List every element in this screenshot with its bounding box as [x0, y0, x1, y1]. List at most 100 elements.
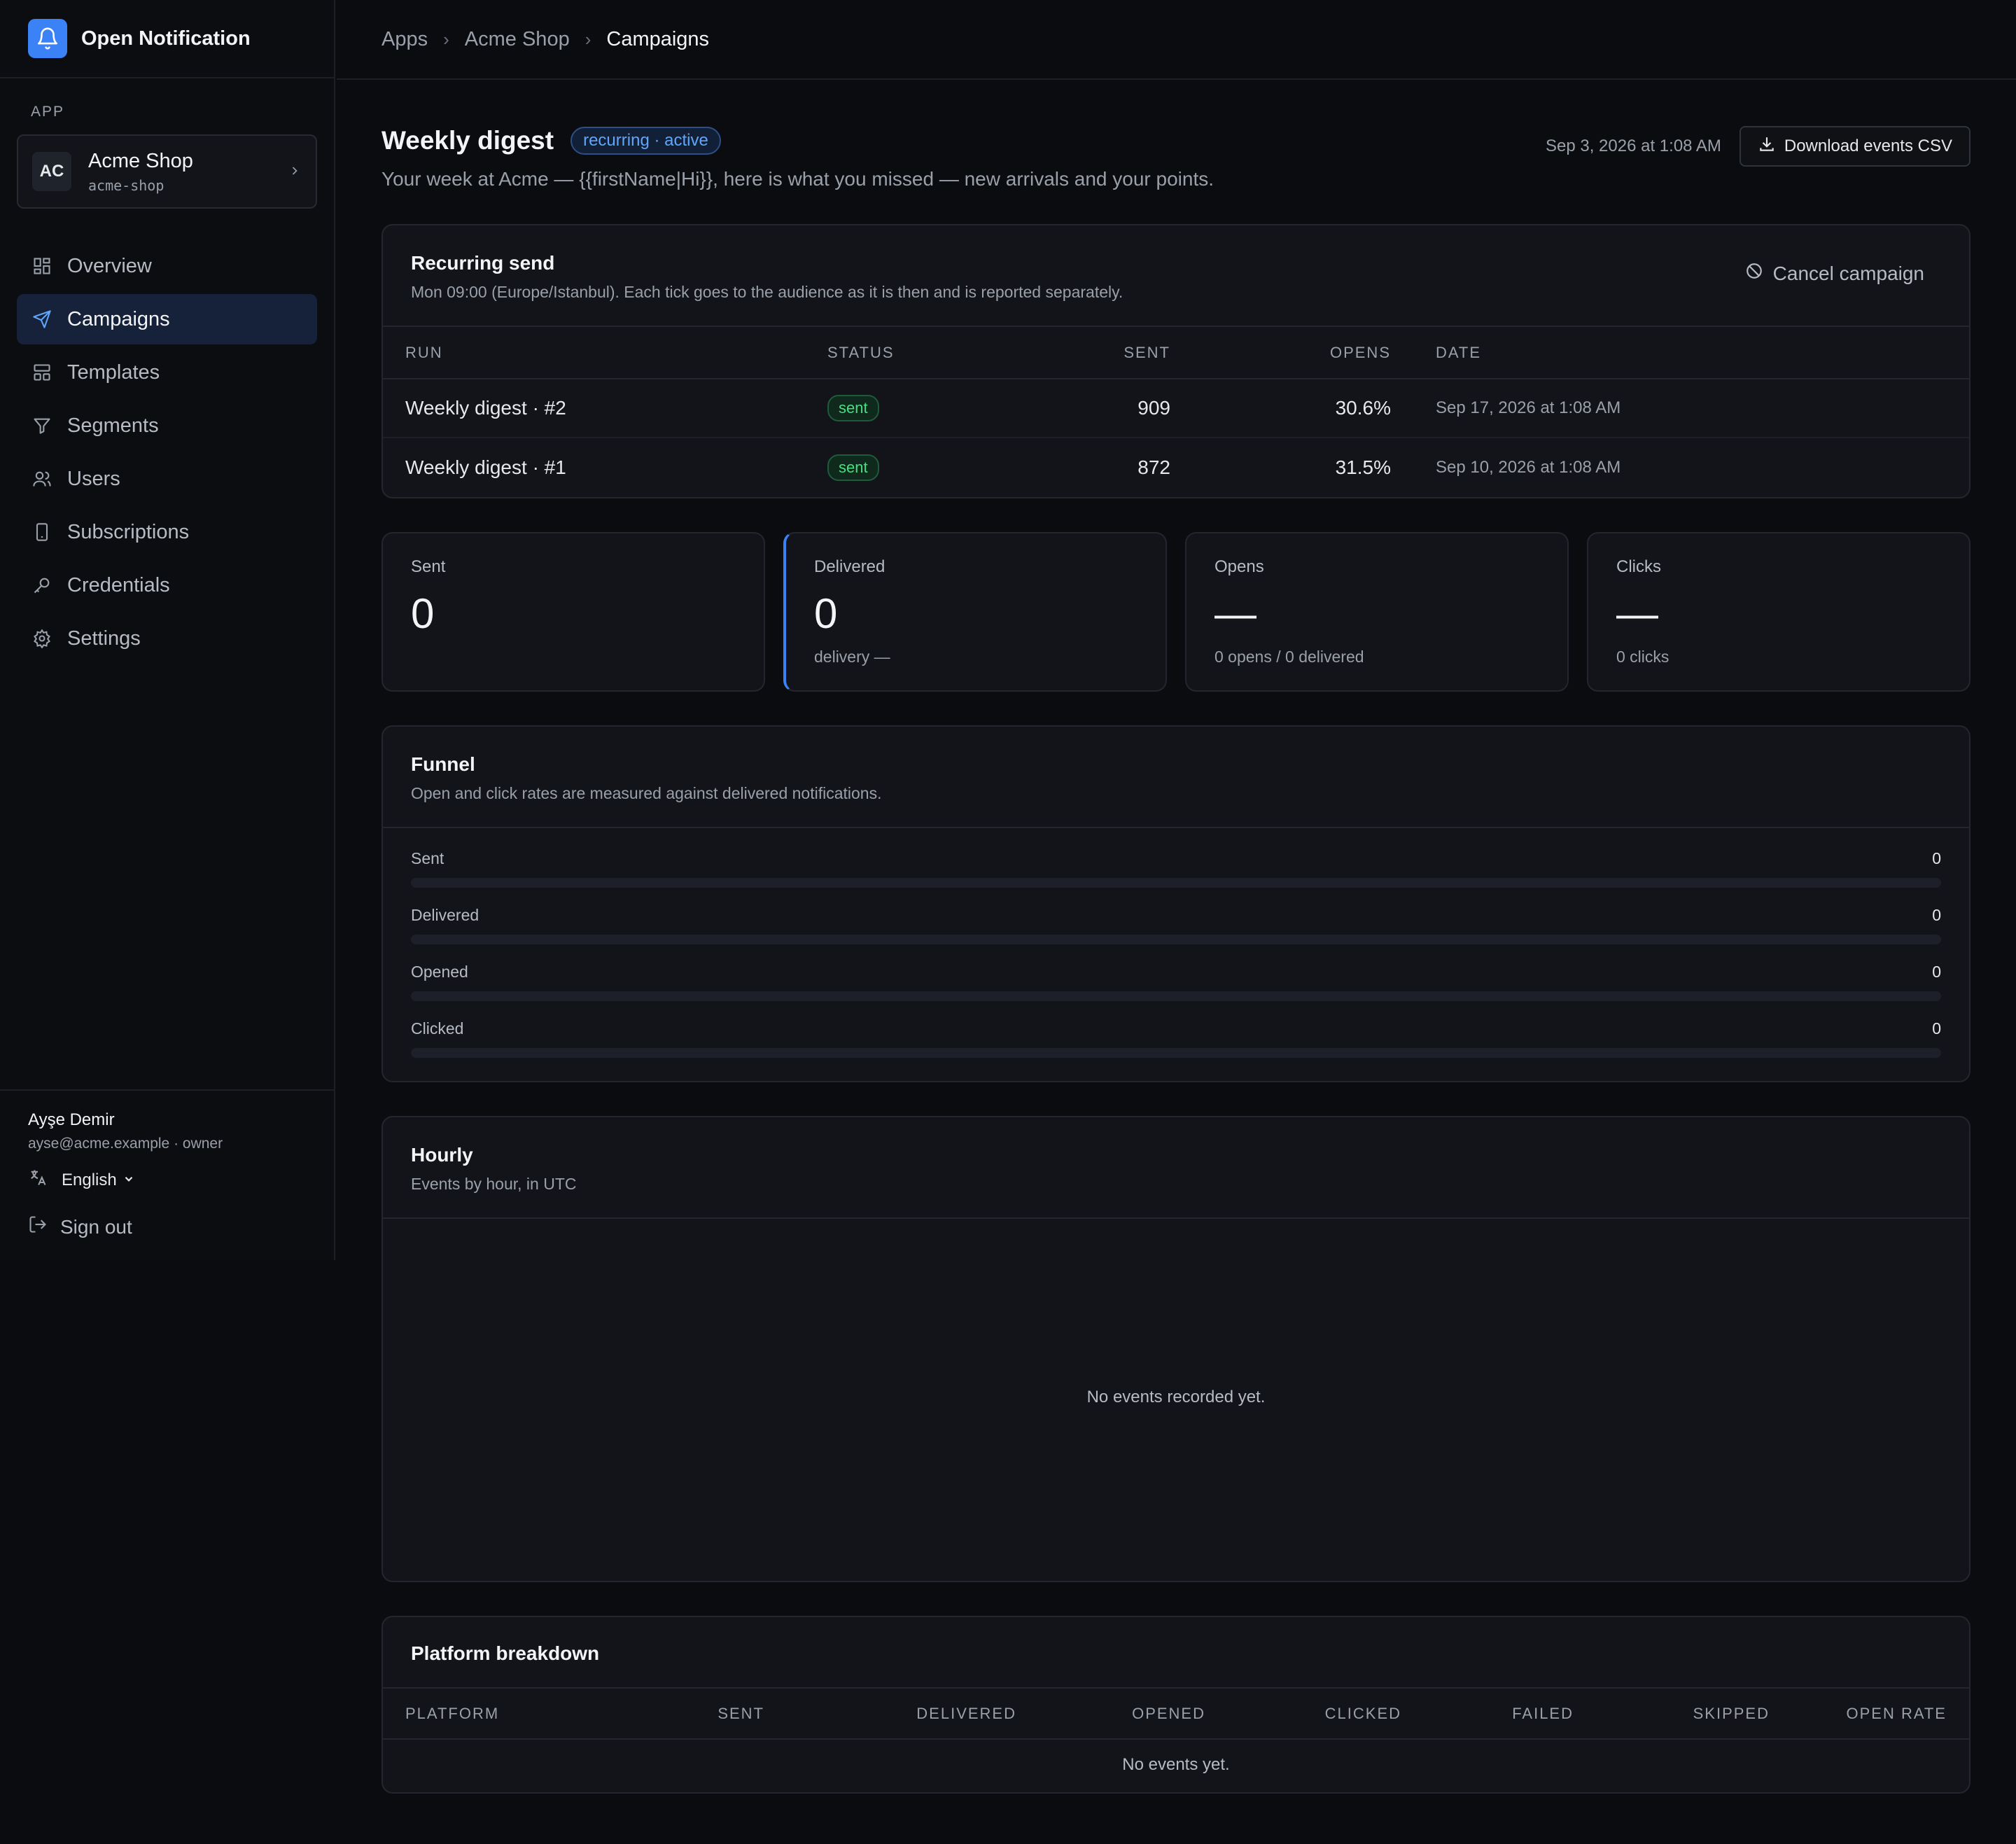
app-section-label: APP — [31, 104, 65, 120]
users-icon — [31, 468, 53, 490]
sidebar-item-subscriptions[interactable]: Subscriptions — [17, 507, 317, 557]
sidebar-item-label: Templates — [67, 361, 160, 384]
runs-table: RUN STATUS SENT OPENS DATE Weekly digest… — [383, 327, 1969, 496]
cancel-campaign-button[interactable]: Cancel campaign — [1745, 262, 1924, 285]
col-status: STATUS — [827, 327, 1030, 379]
sidebar-item-label: Credentials — [67, 573, 170, 596]
platform-title: Platform breakdown — [411, 1642, 600, 1664]
run-sent: 872 — [1138, 456, 1170, 478]
translate-icon — [28, 1168, 48, 1192]
sidebar-item-label: Subscriptions — [67, 520, 190, 543]
funnel-bar-track — [411, 935, 1941, 944]
table-row[interactable]: Weekly digest · #1 sent 872 31.5% Sep 10… — [383, 438, 1969, 496]
app-switcher[interactable]: AC Acme Shop acme-shop — [17, 134, 317, 209]
stat-meta: delivery — — [814, 648, 890, 666]
funnel-row-sent: Sent 0 — [411, 849, 1941, 888]
funnel-bar-track — [411, 1048, 1941, 1058]
sign-out-button[interactable]: Sign out — [28, 1215, 306, 1239]
stat-delivered: Delivered 0 delivery — — [783, 532, 1167, 692]
run-date: Sep 17, 2026 at 1:08 AM — [1391, 379, 1969, 438]
sidebar-item-label: Overview — [67, 254, 152, 277]
cancel-campaign-label: Cancel campaign — [1772, 262, 1924, 284]
hourly-subtitle: Events by hour, in UTC — [411, 1175, 577, 1193]
funnel-bar-track — [411, 878, 1941, 888]
funnel-label: Delivered — [411, 906, 479, 924]
stat-value: 0 — [411, 590, 435, 637]
breadcrumb-apps[interactable]: Apps — [382, 28, 428, 51]
run-opens: 30.6% — [1170, 379, 1391, 438]
stat-value: — — [1616, 590, 1658, 637]
funnel-label: Opened — [411, 963, 468, 981]
sidebar-item-users[interactable]: Users — [17, 454, 317, 504]
col-sent: SENT — [656, 1689, 764, 1740]
recurring-title: Recurring send — [411, 252, 555, 274]
gear-icon — [31, 627, 53, 650]
bell-icon — [28, 19, 67, 58]
run-date: Sep 10, 2026 at 1:08 AM — [1436, 457, 1621, 477]
status-badge: sent — [827, 395, 879, 421]
hourly-empty-state: No events recorded yet. — [1086, 1388, 1266, 1406]
filter-icon — [31, 414, 53, 437]
user-name: Ayşe Demir — [28, 1110, 115, 1129]
sidebar-item-campaigns[interactable]: Campaigns — [17, 294, 317, 344]
page-title: Weekly digest — [382, 126, 554, 155]
recurring-send-card: Recurring send Mon 09:00 (Europe/Istanbu… — [382, 224, 1970, 498]
sign-out-label: Sign out — [60, 1215, 132, 1238]
table-row[interactable]: Weekly digest · #2 sent 909 30.6% Sep 17… — [383, 379, 1969, 438]
run-name: Weekly digest · #2 — [383, 379, 827, 438]
stat-sent: Sent 0 — [382, 532, 765, 692]
sidebar-item-templates[interactable]: Templates — [17, 347, 317, 398]
funnel-row-clicked: Clicked 0 — [411, 1019, 1941, 1058]
col-date: DATE — [1391, 327, 1969, 379]
grid-icon — [31, 255, 53, 277]
brand[interactable]: Open Notification — [0, 0, 334, 78]
platform-breakdown-card: Platform breakdown PLATFORM SENT DELIVER… — [382, 1616, 1970, 1794]
campaign-subtitle: Your week at Acme — {{firstName|Hi}}, he… — [382, 168, 1214, 190]
chevron-right-icon: › — [584, 28, 592, 50]
funnel-label: Clicked — [411, 1019, 464, 1038]
sidebar-item-segments[interactable]: Segments — [17, 400, 317, 451]
key-icon — [31, 574, 53, 596]
funnel-value: 0 — [1932, 963, 1941, 981]
language-value: English — [62, 1170, 117, 1189]
status-badge: recurring · active — [570, 127, 721, 155]
funnel-label: Sent — [411, 849, 444, 867]
sidebar: Open Notification APP AC Acme Shop acme-… — [0, 0, 335, 1260]
sidebar-item-label: Campaigns — [67, 307, 170, 330]
sidebar-footer: Ayşe Demir ayse@acme.example · owner Eng… — [0, 1089, 334, 1259]
col-failed: FAILED — [1401, 1689, 1574, 1740]
app-slug: acme-shop — [88, 176, 164, 194]
col-clicked: CLICKED — [1205, 1689, 1401, 1740]
stat-label: Clicks — [1616, 557, 1661, 576]
stat-opens: Opens — 0 opens / 0 delivered — [1185, 532, 1569, 692]
sidebar-item-credentials[interactable]: Credentials — [17, 560, 317, 610]
breadcrumb-app[interactable]: Acme Shop — [465, 28, 570, 51]
sidebar-item-label: Users — [67, 467, 120, 490]
sidebar-item-settings[interactable]: Settings — [17, 613, 317, 664]
funnel-value: 0 — [1932, 1019, 1941, 1038]
brand-name: Open Notification — [81, 27, 251, 50]
chevron-down-icon — [122, 1171, 135, 1190]
col-run: RUN — [383, 327, 827, 379]
run-name: Weekly digest · #1 — [405, 456, 566, 478]
campaign-header: Weekly digest recurring · active Your we… — [382, 126, 1970, 190]
stats-row: Sent 0 Delivered 0 delivery — Opens — 0 … — [382, 532, 1970, 692]
col-opened: OPENED — [1016, 1689, 1205, 1740]
stat-value: — — [1214, 590, 1256, 637]
col-opens: OPENS — [1170, 327, 1391, 379]
stat-meta: 0 opens / 0 delivered — [1214, 648, 1364, 666]
download-csv-label: Download events CSV — [1784, 137, 1952, 155]
sidebar-item-label: Segments — [67, 414, 159, 437]
language-select[interactable]: English — [28, 1168, 306, 1192]
run-opens: 31.5% — [1335, 456, 1391, 478]
funnel-value: 0 — [1932, 906, 1941, 924]
breadcrumb: Apps › Acme Shop › Campaigns — [337, 0, 2016, 80]
user-meta: ayse@acme.example · owner — [28, 1136, 223, 1152]
download-csv-button[interactable]: Download events CSV — [1739, 126, 1970, 167]
hourly-card: Hourly Events by hour, in UTC No events … — [382, 1116, 1970, 1582]
col-open-rate: OPEN RATE — [1770, 1689, 1969, 1740]
stat-label: Delivered — [814, 557, 886, 576]
sidebar-item-overview[interactable]: Overview — [17, 241, 317, 291]
stat-label: Sent — [411, 557, 446, 576]
campaign-date: Sep 3, 2026 at 1:08 AM — [1546, 137, 1721, 155]
